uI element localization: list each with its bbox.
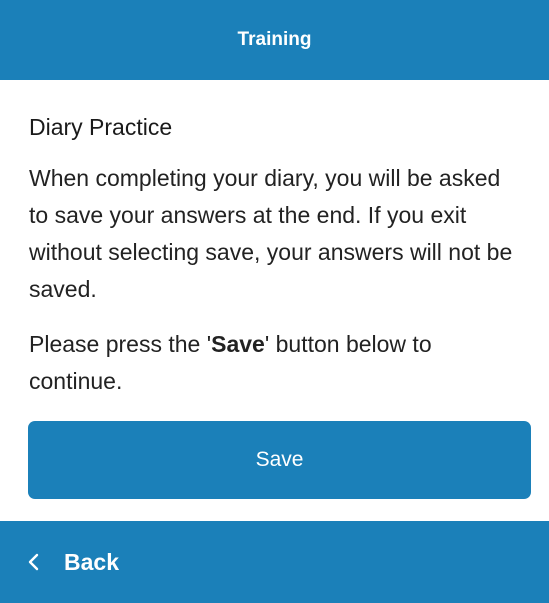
chevron-left-icon	[24, 552, 44, 572]
continue-instruction: Please press the 'Save' button below to …	[29, 326, 523, 400]
header-bar: Training	[0, 0, 549, 80]
continue-instruction-bold: Save	[211, 331, 265, 357]
save-button-label: Save	[255, 448, 304, 471]
content-area: Diary Practice When completing your diar…	[29, 80, 523, 400]
footer-bar: Back	[0, 521, 549, 603]
training-screen: Training Diary Practice When completing …	[0, 0, 549, 603]
back-button[interactable]: Back	[24, 521, 119, 603]
header-title: Training	[237, 29, 312, 50]
save-button[interactable]: Save	[28, 421, 531, 499]
back-label: Back	[64, 548, 119, 575]
instruction-paragraph: When completing your diary, you will be …	[29, 165, 513, 302]
page-title: Diary Practice	[29, 114, 173, 140]
continue-instruction-prefix: Please press the '	[29, 331, 212, 357]
